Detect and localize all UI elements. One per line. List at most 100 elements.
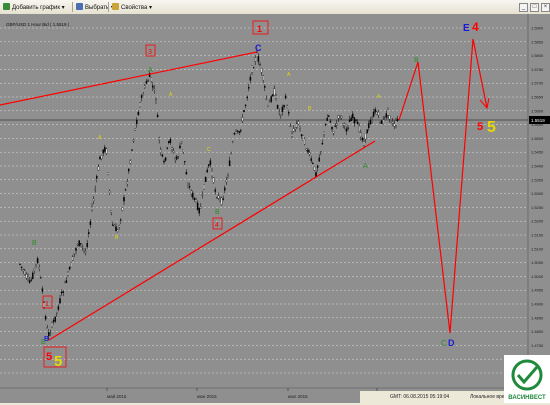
- candle-body: [270, 96, 272, 102]
- candle-body: [360, 132, 362, 137]
- candle-body: [289, 125, 292, 128]
- candle-body: [75, 248, 77, 251]
- candle-body: [126, 181, 128, 185]
- candle-body: [368, 123, 370, 129]
- candle-body: [35, 264, 37, 266]
- price-tick-label: 1.5050: [531, 260, 544, 265]
- wave-label-green-b2: B: [215, 209, 220, 216]
- price-tick-label: 1.4950: [531, 288, 544, 293]
- candle-body: [326, 117, 328, 121]
- candle-body: [128, 168, 130, 172]
- price-tick-label: 1.5750: [531, 67, 544, 72]
- maximize-button[interactable]: □: [530, 3, 539, 12]
- candle-body: [264, 85, 266, 88]
- candle-body: [248, 86, 250, 89]
- candle-body: [280, 114, 282, 116]
- candle-body: [246, 96, 248, 99]
- candle-body: [96, 176, 98, 179]
- time-tick-label: июл 2015: [288, 394, 308, 399]
- select-label: Выбрать: [85, 5, 110, 11]
- candle-body: [283, 105, 285, 108]
- candle-body: [73, 253, 76, 255]
- candle-body: [286, 105, 288, 108]
- candle-body: [152, 85, 154, 88]
- candle-body: [32, 272, 34, 279]
- candle-body: [187, 185, 189, 188]
- add-chart-icon: [3, 3, 10, 10]
- candle-body: [84, 251, 87, 253]
- wave-label-5-right-yellow: 5: [487, 119, 496, 136]
- candle-body: [172, 150, 175, 153]
- candle-body: [137, 112, 140, 116]
- candle-body: [340, 116, 343, 119]
- price-tick-label: 1.5150: [531, 233, 544, 238]
- candle-body: [211, 171, 213, 176]
- price-tick-label: 1.5250: [531, 205, 544, 210]
- candle-body: [328, 115, 330, 117]
- properties-button[interactable]: Свойства ▾: [112, 3, 152, 11]
- wave-label-green-b1: B: [32, 240, 37, 247]
- candle-body: [232, 141, 234, 143]
- candle-body: [363, 141, 365, 146]
- candle-body: [390, 121, 392, 123]
- price-tick-label: 1.5650: [531, 95, 544, 100]
- time-tick-label: июн 2015: [197, 394, 217, 399]
- candle-body: [56, 312, 58, 314]
- candle-body: [240, 130, 242, 132]
- properties-label: Свойства: [121, 5, 148, 11]
- wave-label-green-projection-b: B: [414, 57, 419, 64]
- candle-body: [25, 274, 28, 279]
- candle-body: [83, 248, 85, 250]
- candle-body: [376, 111, 378, 115]
- candle-body: [19, 263, 21, 265]
- candle-body: [155, 99, 157, 101]
- logo-mark-icon: ВАСИНВЕСТ: [508, 359, 546, 401]
- candle-body: [312, 162, 314, 165]
- status-bar: GMT: 06.08.2015 05:19:04 Локальное врем: [360, 391, 508, 403]
- candle-body: [273, 88, 276, 96]
- price-chart[interactable]: 1.5900 1.5850 1.5800 1.5750 1.5700 1.5650 1.56…: [0, 14, 550, 403]
- candle-body: [102, 149, 104, 154]
- candle-body: [147, 80, 149, 82]
- candle-body: [379, 121, 381, 123]
- candle-body: [371, 119, 373, 121]
- candle-body: [153, 88, 156, 90]
- wave-label-e: E: [463, 23, 470, 34]
- candle-body: [243, 110, 245, 113]
- candle-body: [30, 279, 32, 281]
- candle-body: [252, 67, 255, 69]
- candle-body: [80, 243, 82, 245]
- candle-body: [364, 133, 367, 140]
- candle-body: [219, 197, 221, 199]
- minimize-button[interactable]: _: [519, 3, 528, 12]
- price-tick-label: 1.5400: [531, 164, 544, 169]
- candle-body: [308, 152, 311, 155]
- candle-body: [299, 127, 301, 129]
- candle-body: [214, 189, 216, 192]
- candle-body: [238, 131, 240, 133]
- candle-body: [310, 158, 312, 161]
- candle-body: [288, 112, 290, 114]
- wave-label-3: 3: [148, 49, 152, 56]
- candle-body: [206, 169, 208, 173]
- candle-body: [161, 154, 164, 157]
- candle-body: [387, 109, 389, 116]
- candle-body: [324, 123, 327, 126]
- candle-body: [268, 101, 271, 103]
- candle-body: [281, 107, 284, 112]
- status-mode[interactable]: Локальное врем: [470, 394, 508, 400]
- candle-body: [284, 95, 287, 99]
- add-chart-button[interactable]: Добавить график ▾: [3, 3, 65, 11]
- candle-body: [204, 176, 207, 183]
- candle-body: [28, 280, 31, 283]
- wave-label-c-projection: C: [441, 339, 447, 348]
- candle-body: [259, 64, 261, 66]
- candle-body: [59, 298, 61, 304]
- candle-body: [352, 113, 354, 119]
- candle-body: [366, 129, 368, 134]
- candle-body: [291, 133, 293, 137]
- candle-body: [355, 119, 357, 121]
- close-button[interactable]: ×: [541, 3, 550, 12]
- toolbar-separator: [72, 2, 73, 12]
- candle-body: [134, 128, 136, 131]
